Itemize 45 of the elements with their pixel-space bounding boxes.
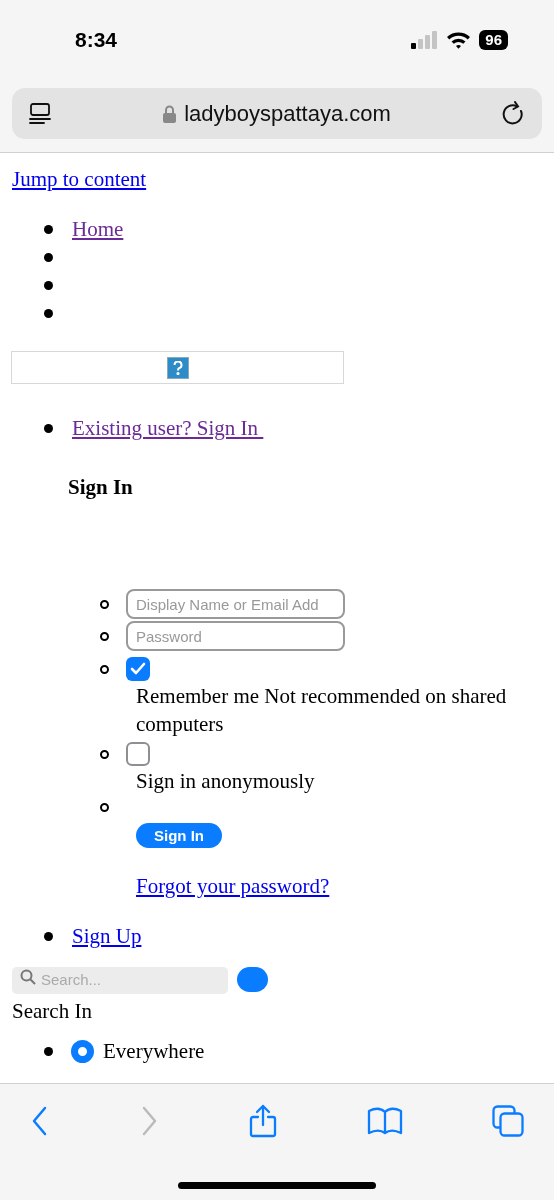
bookmarks-icon[interactable] [367,1107,403,1135]
sign-in-button[interactable]: Sign In [136,823,222,848]
password-field[interactable]: Password [126,621,345,651]
bullet-icon [100,599,109,609]
bullet-icon [44,931,53,941]
share-icon[interactable] [248,1104,278,1138]
radio-button[interactable] [71,1039,94,1063]
bullet-icon [44,224,53,234]
checkbox[interactable] [126,742,150,766]
signal-icon [411,30,439,49]
sign-in-link[interactable]: Existing user? Sign In [72,414,264,442]
radio-label: Everywhere [103,1038,205,1065]
bullet-icon [44,252,53,262]
battery-icon: 96 [479,29,508,50]
checkmark-icon [130,662,146,676]
search-field[interactable]: Search... [12,966,228,994]
bullet-icon [44,423,53,433]
address-bar[interactable]: ladyboyspattaya.com [12,88,542,139]
tabs-icon[interactable] [492,1105,524,1137]
skip-link[interactable]: Jump to content [12,167,147,191]
reader-icon[interactable] [28,101,52,126]
bullet-icon [100,749,109,759]
sign-in-heading: Sign In [68,474,133,501]
bullet-icon [100,802,109,812]
search-icon [20,969,36,985]
sign-up-link[interactable]: Sign Up [72,922,142,950]
checkbox[interactable] [126,657,150,681]
anonymous-label: Sign in anonymously [136,768,315,795]
search-in-label: Search In [12,998,92,1025]
bullet-icon [44,308,53,318]
search-button[interactable] [237,967,268,992]
url-text: ladyboyspattaya.com [184,100,391,128]
status-time: 8:34 [75,26,118,53]
remember-label: Remember me Not recommended on shared computers [136,683,508,738]
lock-icon [163,104,177,123]
forgot-password-link[interactable]: Forgot your password? [136,872,330,900]
bullet-icon [44,280,53,290]
bullet-icon [100,631,109,641]
broken-image-icon [166,356,189,379]
reload-icon[interactable] [502,100,526,127]
bullet-icon [100,664,109,674]
username-field[interactable]: Display Name or Email Add [126,589,345,619]
bullet-icon [44,1046,53,1056]
wifi-icon [446,30,472,49]
nav-link[interactable]: Home [72,215,124,243]
